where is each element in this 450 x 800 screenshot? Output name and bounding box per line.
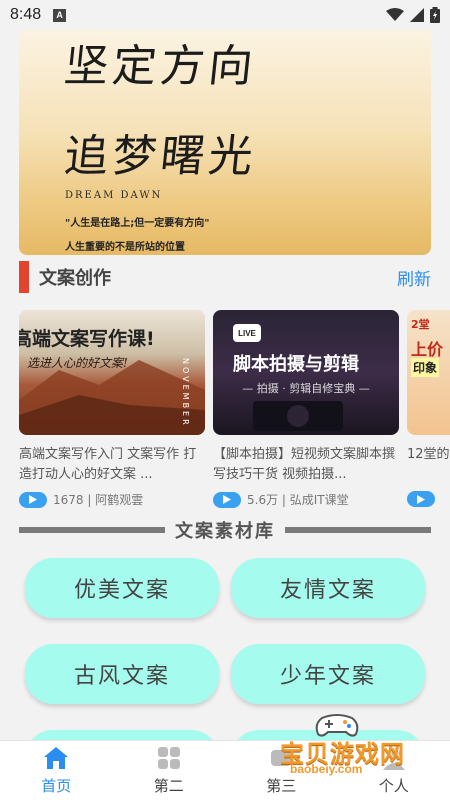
section-header-copywriting: 文案创作 刷新 [19, 261, 431, 293]
author-name: 阿鹤观雲 [95, 493, 144, 507]
notification-a-icon: A [53, 8, 67, 22]
video-meta [407, 491, 450, 507]
play-icon [213, 491, 241, 508]
thumb-subtitle-2: 印象 [411, 358, 440, 377]
video-meta: 1678 | 阿鹤观雲 [19, 491, 205, 508]
banner-quote: "人生是在路上;但一定要有方向" [65, 218, 210, 229]
live-badge: LIVE [233, 324, 261, 342]
video-title[interactable]: 高端文案写作入门 文案写作 打造打动人心的好文案 ... [19, 445, 205, 485]
divider-left [19, 527, 165, 533]
watermark-url: baobeiy.com [290, 762, 363, 776]
library-header: 文案素材库 [19, 516, 431, 544]
nav-item-home[interactable]: 首页 [0, 741, 113, 800]
thumb-subtitle: — 拍摄 · 剪辑自修宝典 — [242, 382, 370, 395]
status-time: 8:48 [10, 6, 42, 23]
video-thumbnail[interactable]: 2堂 上价 印象 [407, 310, 450, 435]
thumb-title: 2堂 [411, 318, 430, 331]
section-title: 文案创作 [39, 268, 111, 289]
status-icons [386, 7, 440, 23]
category-button-friendship[interactable]: 友情文案 [231, 558, 425, 618]
view-count: 1678 [53, 492, 84, 507]
grid-icon [155, 745, 183, 771]
meta-separator: | [278, 492, 290, 507]
wifi-icon [386, 8, 404, 21]
section-marker [19, 261, 29, 293]
video-card[interactable]: LIVE 脚本拍摄与剪辑 — 拍摄 · 剪辑自修宝典 — 【脚本拍摄】短视频文案… [213, 310, 399, 508]
author-name: 弘成IT课堂 [289, 493, 349, 507]
refresh-button[interactable]: 刷新 [397, 265, 431, 290]
category-button-ancient-style[interactable]: 古风文案 [25, 644, 219, 704]
thumb-subtitle: 选进人心的好文案! [27, 356, 128, 370]
divider-right [285, 527, 431, 533]
video-card[interactable]: 高端文案写作课! 选进人心的好文案! NOVEMBER 高端文案写作入门 文案写… [19, 310, 205, 508]
signal-icon [410, 8, 424, 22]
play-icon [407, 491, 435, 507]
thumb-title: 脚本拍摄与剪辑 [233, 354, 359, 375]
thumb-title: 高端文案写作课! [19, 328, 155, 350]
banner[interactable]: 坚定方向 追梦曙光 DREAM DAWN "人生是在路上;但一定要有方向" 人生… [19, 30, 431, 255]
banner-headline-1: 坚定方向 [61, 41, 260, 92]
home-icon [42, 745, 70, 771]
category-button-beautiful[interactable]: 优美文案 [25, 558, 219, 618]
video-carousel[interactable]: 高端文案写作课! 选进人心的好文案! NOVEMBER 高端文案写作入门 文案写… [19, 310, 450, 515]
banner-english-text: DREAM DAWN [65, 190, 163, 201]
status-bar: 8:48 A [0, 0, 450, 30]
play-icon [19, 491, 47, 508]
thumb-side-text: NOVEMBER [181, 358, 190, 428]
thumb-subtitle: 上价 [411, 340, 444, 359]
nav-label: 第二 [153, 777, 184, 795]
video-title[interactable]: 12堂的文 [407, 445, 450, 485]
banner-subtext: 人生重要的不是所站的位置 [65, 242, 185, 253]
video-card[interactable]: 2堂 上价 印象 12堂的文 [407, 310, 450, 507]
video-title[interactable]: 【脚本拍摄】短视频文案脚本撰写技巧干货 视频拍摄... [213, 445, 399, 485]
category-button-youth[interactable]: 少年文案 [231, 644, 425, 704]
library-title: 文案素材库 [175, 521, 275, 542]
watermark: 宝贝游戏网 baobeiy.com [272, 712, 422, 780]
nav-item-second[interactable]: 第二 [113, 741, 226, 800]
video-thumbnail[interactable]: LIVE 脚本拍摄与剪辑 — 拍摄 · 剪辑自修宝典 — [213, 310, 399, 435]
view-count: 5.6万 [247, 493, 279, 507]
battery-icon [430, 7, 440, 23]
banner-headline-2: 追梦曙光 [61, 131, 260, 182]
meta-separator: | [83, 492, 96, 507]
video-meta: 5.6万 | 弘成IT课堂 [213, 491, 399, 508]
camera-image [253, 401, 343, 431]
nav-label: 首页 [41, 777, 72, 795]
video-thumbnail[interactable]: 高端文案写作课! 选进人心的好文案! NOVEMBER [19, 310, 205, 435]
